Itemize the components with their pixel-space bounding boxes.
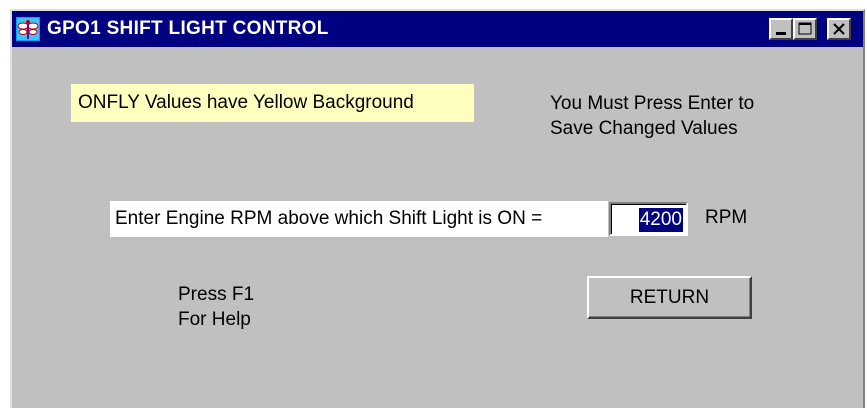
- rpm-prompt-label: Enter Engine RPM above which Shift Light…: [110, 201, 608, 237]
- rpm-unit-label: RPM: [705, 207, 748, 228]
- close-button[interactable]: [827, 18, 851, 40]
- rpm-input-value[interactable]: 4200: [638, 208, 683, 232]
- save-instructions: You Must Press Enter to Save Changed Val…: [550, 91, 810, 141]
- maximize-icon: [798, 22, 812, 35]
- save-instructions-line2: Save Changed Values: [550, 118, 738, 139]
- help-hint-line2: For Help: [178, 309, 251, 330]
- save-instructions-line1: You Must Press Enter to: [550, 93, 755, 114]
- close-icon: [833, 23, 845, 35]
- minimize-button[interactable]: [769, 18, 793, 40]
- help-hint: Press F1 For Help: [178, 282, 254, 332]
- help-hint-line1: Press F1: [178, 284, 255, 305]
- app-window: GPO1 SHIFT LIGHT CONTROL ONFLY Values ha…: [10, 9, 865, 408]
- maximize-button[interactable]: [793, 18, 817, 40]
- minimize-icon: [776, 32, 786, 35]
- window-title: GPO1 SHIFT LIGHT CONTROL: [47, 18, 329, 39]
- rpm-input[interactable]: 4200: [609, 202, 688, 236]
- onfly-legend: ONFLY Values have Yellow Background: [71, 84, 474, 122]
- return-button[interactable]: RETURN: [587, 276, 752, 319]
- dragonfly-icon[interactable]: [16, 17, 40, 41]
- title-bar[interactable]: GPO1 SHIFT LIGHT CONTROL: [12, 11, 863, 47]
